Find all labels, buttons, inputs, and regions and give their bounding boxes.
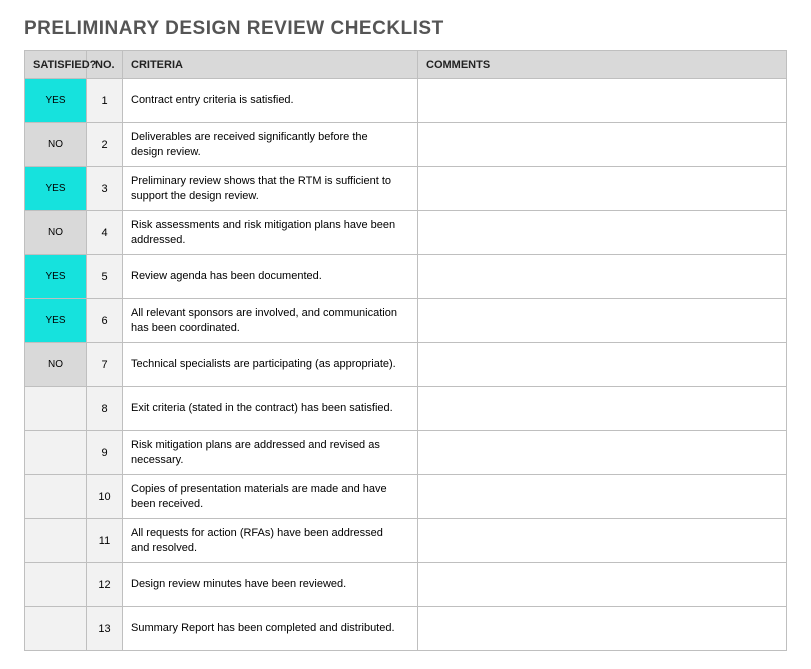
row-number-cell: 8 xyxy=(87,387,123,431)
comments-cell[interactable] xyxy=(418,563,787,607)
comments-cell[interactable] xyxy=(418,255,787,299)
comments-cell[interactable] xyxy=(418,211,787,255)
satisfied-cell[interactable] xyxy=(25,519,87,563)
comments-cell[interactable] xyxy=(418,299,787,343)
table-row: 11All requests for action (RFAs) have be… xyxy=(25,519,787,563)
comments-cell[interactable] xyxy=(418,167,787,211)
criteria-cell: Preliminary review shows that the RTM is… xyxy=(123,167,418,211)
col-header-comments: COMMENTS xyxy=(418,51,787,79)
table-row: 13Summary Report has been completed and … xyxy=(25,607,787,651)
comments-cell[interactable] xyxy=(418,475,787,519)
row-number-cell: 1 xyxy=(87,79,123,123)
table-row: 8Exit criteria (stated in the contract) … xyxy=(25,387,787,431)
satisfied-cell[interactable]: YES xyxy=(25,79,87,123)
criteria-cell: Copies of presentation materials are mad… xyxy=(123,475,418,519)
row-number-cell: 7 xyxy=(87,343,123,387)
table-row: YES6All relevant sponsors are involved, … xyxy=(25,299,787,343)
table-row: 12Design review minutes have been review… xyxy=(25,563,787,607)
criteria-cell: Review agenda has been documented. xyxy=(123,255,418,299)
criteria-cell: Risk assessments and risk mitigation pla… xyxy=(123,211,418,255)
criteria-cell: Design review minutes have been reviewed… xyxy=(123,563,418,607)
comments-cell[interactable] xyxy=(418,123,787,167)
comments-cell[interactable] xyxy=(418,431,787,475)
row-number-cell: 2 xyxy=(87,123,123,167)
table-row: 10Copies of presentation materials are m… xyxy=(25,475,787,519)
table-row: NO2Deliverables are received significant… xyxy=(25,123,787,167)
satisfied-cell[interactable] xyxy=(25,475,87,519)
comments-cell[interactable] xyxy=(418,79,787,123)
table-row: YES1Contract entry criteria is satisfied… xyxy=(25,79,787,123)
criteria-cell: Deliverables are received significantly … xyxy=(123,123,418,167)
col-header-criteria: CRITERIA xyxy=(123,51,418,79)
col-header-satisfied: SATISFIED? xyxy=(25,51,87,79)
row-number-cell: 3 xyxy=(87,167,123,211)
table-header-row: SATISFIED? NO. CRITERIA COMMENTS xyxy=(25,51,787,79)
criteria-cell: All requests for action (RFAs) have been… xyxy=(123,519,418,563)
criteria-cell: Risk mitigation plans are addressed and … xyxy=(123,431,418,475)
satisfied-cell[interactable]: YES xyxy=(25,299,87,343)
row-number-cell: 11 xyxy=(87,519,123,563)
satisfied-cell[interactable] xyxy=(25,431,87,475)
comments-cell[interactable] xyxy=(418,607,787,651)
criteria-cell: Contract entry criteria is satisfied. xyxy=(123,79,418,123)
satisfied-cell[interactable]: YES xyxy=(25,167,87,211)
satisfied-cell[interactable] xyxy=(25,387,87,431)
table-row: YES3Preliminary review shows that the RT… xyxy=(25,167,787,211)
row-number-cell: 13 xyxy=(87,607,123,651)
comments-cell[interactable] xyxy=(418,343,787,387)
criteria-cell: All relevant sponsors are involved, and … xyxy=(123,299,418,343)
comments-cell[interactable] xyxy=(418,387,787,431)
satisfied-cell[interactable]: YES xyxy=(25,255,87,299)
satisfied-cell[interactable] xyxy=(25,563,87,607)
row-number-cell: 6 xyxy=(87,299,123,343)
satisfied-cell[interactable]: NO xyxy=(25,343,87,387)
page-title: PRELIMINARY DESIGN REVIEW CHECKLIST xyxy=(24,18,787,40)
checklist-table: SATISFIED? NO. CRITERIA COMMENTS YES1Con… xyxy=(24,50,787,651)
row-number-cell: 9 xyxy=(87,431,123,475)
row-number-cell: 12 xyxy=(87,563,123,607)
comments-cell[interactable] xyxy=(418,519,787,563)
criteria-cell: Summary Report has been completed and di… xyxy=(123,607,418,651)
row-number-cell: 10 xyxy=(87,475,123,519)
table-row: NO4Risk assessments and risk mitigation … xyxy=(25,211,787,255)
criteria-cell: Exit criteria (stated in the contract) h… xyxy=(123,387,418,431)
criteria-cell: Technical specialists are participating … xyxy=(123,343,418,387)
row-number-cell: 5 xyxy=(87,255,123,299)
table-row: 9Risk mitigation plans are addressed and… xyxy=(25,431,787,475)
table-row: NO7Technical specialists are participati… xyxy=(25,343,787,387)
satisfied-cell[interactable]: NO xyxy=(25,123,87,167)
row-number-cell: 4 xyxy=(87,211,123,255)
satisfied-cell[interactable]: NO xyxy=(25,211,87,255)
table-row: YES5Review agenda has been documented. xyxy=(25,255,787,299)
satisfied-cell[interactable] xyxy=(25,607,87,651)
